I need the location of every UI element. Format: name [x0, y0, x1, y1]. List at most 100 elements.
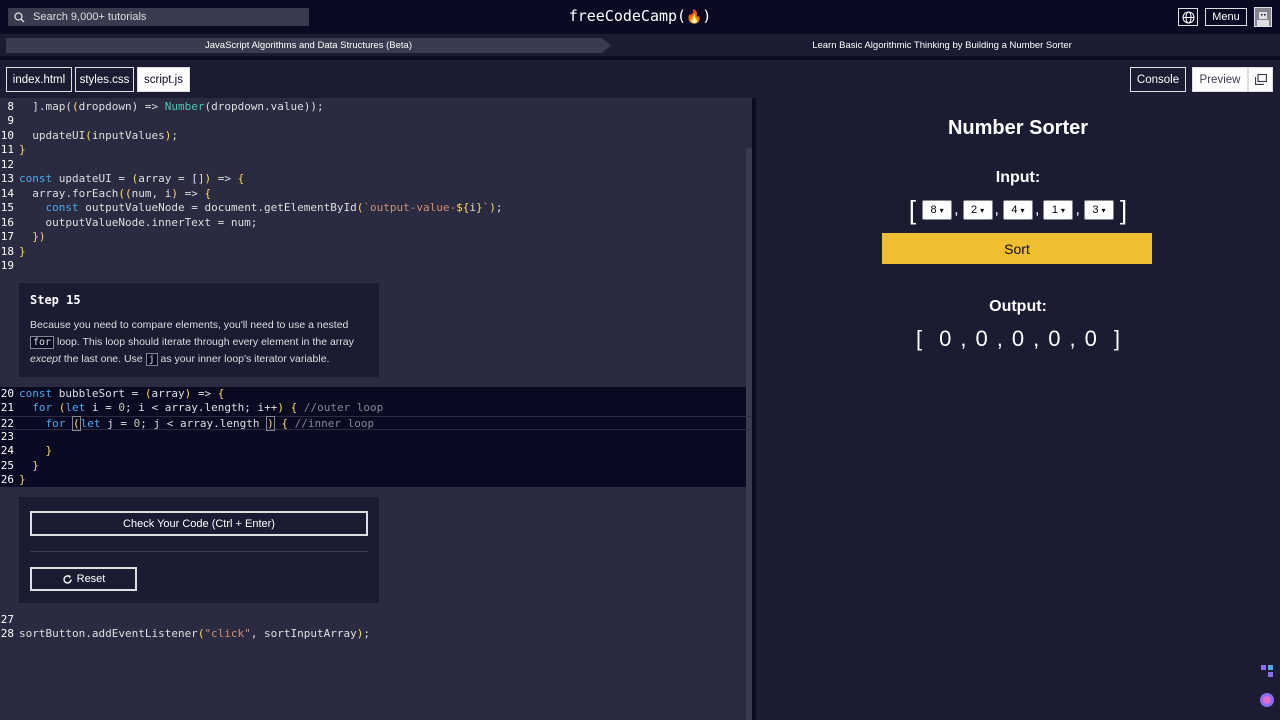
line-number: 22: [0, 417, 14, 430]
tab-script-js[interactable]: script.js: [137, 67, 190, 92]
code-snippet: for: [30, 336, 55, 349]
comma: ,: [1075, 201, 1080, 218]
output-row: [ 0, 0, 0, 0, 0 ]: [756, 324, 1280, 354]
tab-index-html[interactable]: index.html: [6, 67, 72, 92]
chevron-down-icon: ▾: [939, 205, 944, 215]
close-bracket: ]: [1113, 326, 1120, 351]
line-number: 13: [0, 172, 14, 185]
code-line: 8 ].map((dropdown) => Number(dropdown.va…: [0, 100, 752, 114]
comma: ,: [1033, 326, 1040, 351]
comma: ,: [994, 201, 999, 218]
console-button[interactable]: Console: [1130, 67, 1186, 92]
input-label: Input:: [995, 169, 1041, 186]
line-number: 12: [0, 158, 14, 171]
code-line: 20 const bubbleSort = (array) => {: [0, 387, 225, 400]
line-number: 15: [0, 201, 14, 214]
input-select-2[interactable]: 2 ▾: [962, 200, 993, 220]
divider: [30, 551, 368, 552]
input-select-4[interactable]: 1 ▾: [1043, 200, 1074, 220]
breadcrumb: JavaScript Algorithms and Data Structure…: [0, 34, 1280, 56]
code-line: 25 }: [0, 459, 39, 472]
line-number: 28: [0, 627, 14, 640]
input-select-3[interactable]: 4 ▾: [1003, 200, 1033, 220]
comma: ,: [1069, 326, 1076, 351]
line-number: 8: [7, 100, 14, 113]
line-number: 9: [7, 114, 14, 127]
line-number: 16: [0, 216, 14, 229]
popout-preview-button[interactable]: [1248, 67, 1273, 92]
breadcrumb-project[interactable]: Learn Basic Algorithmic Thinking by Buil…: [610, 38, 1274, 53]
top-navigation: Search 9,000+ tutorials freeCodeCamp(🔥) …: [0, 0, 1280, 34]
code-line: 24 }: [0, 444, 53, 457]
output-label: Output:: [989, 298, 1047, 315]
brain-icon: [1260, 693, 1274, 707]
brain-icon-button[interactable]: [1258, 691, 1276, 709]
input-row: [ 8 ▾, 2 ▾, 4 ▾, 1 ▾, 3 ▾ ]: [756, 194, 1280, 225]
input-select-5[interactable]: 3 ▾: [1083, 200, 1114, 220]
chevron-down-icon: ▾: [1020, 205, 1025, 215]
output-value: 0: [1048, 326, 1061, 351]
code-line: 9: [0, 114, 752, 128]
flame-icon: 🔥: [686, 10, 703, 25]
input-select-1[interactable]: 8 ▾: [922, 200, 953, 220]
menu-button[interactable]: Menu: [1205, 8, 1247, 26]
code-line: 19: [0, 259, 752, 273]
output-value: 0: [939, 326, 952, 351]
logo-text: freeCodeCamp(: [568, 7, 687, 25]
line-number: 26: [0, 473, 14, 486]
extension-icon[interactable]: [1258, 662, 1276, 680]
line-number: 18: [0, 245, 14, 258]
search-placeholder: Search 9,000+ tutorials: [33, 11, 147, 23]
search-icon: [14, 11, 25, 22]
breadcrumb-course[interactable]: JavaScript Algorithms and Data Structure…: [6, 38, 611, 53]
code-line: 15 const outputValueNode = document.getE…: [0, 201, 503, 214]
preview-button[interactable]: Preview: [1192, 67, 1248, 92]
step-description: Because you need to compare elements, yo…: [30, 319, 354, 366]
reset-button[interactable]: Reset: [30, 567, 137, 591]
globe-icon: [1182, 11, 1194, 23]
code-line: 28 sortButton.addEventListener("click", s…: [0, 627, 371, 640]
line-number: 23: [0, 430, 14, 443]
step-title: Step 15: [30, 293, 81, 307]
line-number: 24: [0, 444, 14, 457]
chevron-down-icon: ▾: [1101, 205, 1106, 215]
code-line: 27: [0, 613, 752, 627]
code-line: 21 for (let i = 0; i < array.length; i++…: [0, 401, 384, 414]
output-value: 0: [975, 326, 988, 351]
comma: ,: [954, 201, 959, 218]
popout-icon: [1254, 74, 1267, 85]
code-line: 18}: [0, 245, 26, 258]
step-instructions: Step 15 Because you need to compare elem…: [19, 283, 379, 377]
code-line: 11}: [0, 143, 26, 156]
reset-label: Reset: [76, 573, 106, 585]
check-code-button[interactable]: Check Your Code (Ctrl + Enter): [30, 511, 368, 536]
code-line: 17 }): [0, 230, 46, 243]
comma: ,: [1035, 201, 1040, 218]
sort-button[interactable]: Sort: [882, 233, 1152, 264]
code-line: 23: [0, 430, 752, 444]
output-value: 0: [1011, 326, 1025, 351]
output-value: 0: [1084, 326, 1097, 351]
search-input[interactable]: Search 9,000+ tutorials: [8, 8, 309, 26]
code-editor[interactable]: 8 ].map((dropdown) => Number(dropdown.va…: [0, 98, 752, 720]
open-bracket: [: [916, 326, 923, 351]
line-number: 25: [0, 459, 14, 472]
reset-icon: [62, 574, 72, 584]
tab-styles-css[interactable]: styles.css: [75, 67, 134, 92]
line-number: 10: [0, 129, 14, 142]
avatar[interactable]: [1254, 7, 1272, 27]
action-panel: Check Your Code (Ctrl + Enter) Reset: [19, 497, 379, 603]
comma: ,: [960, 326, 967, 351]
preview-title: Number Sorter: [947, 117, 1089, 139]
tab-bar: index.html styles.css script.js: [0, 60, 1280, 98]
chevron-down-icon: ▾: [1061, 205, 1066, 215]
line-number: 17: [0, 230, 14, 243]
code-line: 12: [0, 158, 752, 172]
logo-text-close: ): [702, 7, 712, 25]
close-bracket: ]: [1119, 194, 1128, 225]
code-line: 26}: [0, 473, 26, 486]
line-number: 19: [0, 259, 14, 272]
preview-pane: Number Sorter Input: [ 8 ▾, 2 ▾, 4 ▾, 1 ▾, 3…: [756, 98, 1280, 720]
line-number: 27: [0, 613, 14, 626]
language-button[interactable]: [1178, 8, 1198, 26]
